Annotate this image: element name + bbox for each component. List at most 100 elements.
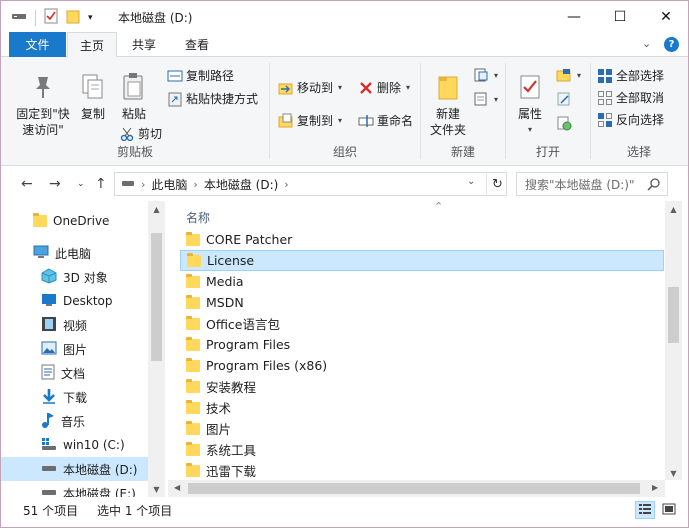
forward-arrow-icon[interactable]: → — [49, 176, 61, 192]
copy-to-icon — [278, 113, 294, 129]
nav-pane-scroll-thumb[interactable] — [151, 233, 162, 361]
address-bar[interactable]: › 此电脑 › 本地磁盘 (D:) › — [114, 172, 507, 196]
refresh-icon[interactable]: ↻ — [486, 172, 508, 196]
nav-item-label: 下载 — [63, 390, 88, 405]
nav-item-drive-e[interactable]: 本地磁盘 (E:) — [1, 481, 149, 497]
breadcrumb-this-pc[interactable]: 此电脑 — [151, 176, 187, 193]
scroll-up-icon[interactable]: ▲ — [665, 205, 682, 214]
file-row[interactable]: Media — [180, 271, 664, 292]
close-button[interactable]: ✕ — [643, 1, 688, 32]
item-count: 51 个项目 — [23, 504, 79, 518]
paste-button[interactable]: 粘贴 — [115, 71, 153, 122]
breadcrumb-drive-d[interactable]: 本地磁盘 (D:) — [204, 176, 278, 193]
nav-item-desktop[interactable]: Desktop — [1, 289, 149, 313]
scroll-down-icon[interactable]: ▼ — [665, 469, 682, 478]
edit-icon — [556, 91, 572, 107]
address-dropdown-icon[interactable]: ⌄ — [467, 176, 475, 187]
search-input[interactable]: 搜索"本地磁盘 (D:)" — [516, 172, 668, 196]
open-button[interactable]: ▾ — [556, 67, 581, 83]
horizontal-scrollbar[interactable]: ◀ ▶ — [168, 480, 665, 497]
pin-label-line1: 固定到"快 — [16, 107, 70, 121]
scroll-right-icon[interactable]: ▶ — [652, 483, 658, 492]
properties-button[interactable]: 属性 ▾ — [512, 71, 548, 138]
minimize-button[interactable]: — — [551, 1, 597, 32]
copy-to-button[interactable]: 复制到 ▾ — [278, 112, 342, 129]
file-row[interactable]: 技术 — [180, 397, 664, 418]
file-row[interactable]: Program Files (x86) — [180, 355, 664, 376]
folder-icon — [186, 462, 200, 477]
horizontal-scroll-thumb[interactable] — [188, 483, 640, 494]
windows-drive-icon — [41, 437, 57, 454]
file-row[interactable]: Office语言包 — [180, 313, 664, 334]
quick-access-toolbar: ▾ — [11, 8, 93, 27]
file-name: Media — [206, 274, 244, 289]
picture-icon — [41, 341, 57, 358]
easy-access-button[interactable]: ▾ — [473, 91, 498, 107]
select-none-button[interactable]: 全部取消 — [597, 89, 664, 106]
cut-button[interactable]: 剪切 — [119, 125, 162, 142]
edit-button[interactable] — [556, 91, 572, 107]
large-icons-view-button[interactable] — [659, 501, 679, 519]
scroll-left-icon[interactable]: ◀ — [174, 483, 180, 492]
select-all-button[interactable]: 全部选择 — [597, 67, 664, 84]
search-icon[interactable] — [647, 177, 661, 194]
tab-view[interactable]: 查看 — [171, 32, 223, 57]
file-row[interactable]: 迅雷下载 — [180, 460, 664, 481]
new-folder-button[interactable]: 新建 文件夹 — [427, 71, 469, 138]
nav-item-downloads[interactable]: 下载 — [1, 385, 149, 409]
move-to-button[interactable]: 移动到 ▾ — [278, 79, 342, 96]
tab-file[interactable]: 文件 — [9, 32, 66, 57]
file-row[interactable]: MSDN — [180, 292, 664, 313]
nav-item-3d-objects[interactable]: 3D 对象 — [1, 265, 149, 289]
open-dropdown-icon: ▾ — [577, 70, 582, 80]
new-folder-qat-icon[interactable] — [66, 8, 80, 27]
move-to-dropdown-icon: ▾ — [338, 83, 343, 92]
file-list-scroll-thumb[interactable] — [668, 287, 679, 343]
nav-item-drive-c[interactable]: win10 (C:) — [1, 433, 149, 457]
invert-selection-button[interactable]: 反向选择 — [597, 111, 664, 128]
file-row[interactable]: CORE Patcher — [180, 229, 664, 250]
tab-share[interactable]: 共享 — [119, 32, 169, 57]
properties-qat-icon[interactable] — [44, 8, 58, 27]
column-header-name[interactable]: 名称 — [186, 209, 210, 226]
nav-item-label: 图片 — [63, 342, 88, 357]
file-row[interactable]: 系统工具 — [180, 439, 664, 460]
nav-item-videos[interactable]: 视频 — [1, 313, 149, 337]
file-row[interactable]: License — [180, 250, 664, 271]
back-arrow-icon[interactable]: ← — [21, 176, 33, 192]
qat-dropdown-icon[interactable]: ▾ — [88, 13, 93, 23]
file-row[interactable]: Program Files — [180, 334, 664, 355]
delete-button[interactable]: 删除 ▾ — [358, 79, 410, 96]
help-icon[interactable]: ? — [664, 37, 679, 52]
scroll-down-icon[interactable]: ▼ — [148, 485, 165, 494]
nav-pane-scrollbar[interactable]: ▲ ▼ — [148, 201, 165, 497]
nav-item-label: 此电脑 — [55, 246, 92, 261]
nav-item-documents[interactable]: 文档 — [1, 361, 149, 385]
nav-item-pictures[interactable]: 图片 — [1, 337, 149, 361]
nav-item-this-pc[interactable]: 此电脑 — [1, 241, 149, 265]
history-button[interactable] — [556, 115, 572, 131]
copy-button[interactable]: 复制 — [75, 71, 111, 122]
recent-locations-icon[interactable]: ⌄ — [77, 179, 85, 189]
scroll-up-icon[interactable]: ▲ — [148, 205, 165, 214]
paste-shortcut-button[interactable]: 粘贴快捷方式 — [167, 90, 258, 107]
details-view-button[interactable] — [635, 501, 655, 519]
nav-item-drive-d[interactable]: 本地磁盘 (D:) — [1, 457, 149, 481]
maximize-button[interactable]: ☐ — [597, 1, 643, 32]
up-arrow-icon[interactable]: ↑ — [95, 176, 107, 192]
file-row[interactable]: 安装教程 — [180, 376, 664, 397]
nav-item-music[interactable]: 音乐 — [1, 409, 149, 433]
new-item-button[interactable]: ▾ — [473, 67, 498, 83]
file-list-scrollbar[interactable]: ▲ ▼ — [665, 201, 682, 480]
title-bar: ▾ 本地磁盘 (D:) — ☐ ✕ — [1, 1, 688, 32]
chevron-right-icon[interactable]: › — [141, 178, 145, 191]
rename-button[interactable]: 重命名 — [358, 112, 413, 129]
ribbon-collapse-icon[interactable]: ⌄ — [642, 37, 651, 50]
copy-path-button[interactable]: 复制路径 — [167, 67, 234, 84]
file-row[interactable]: 图片 — [180, 418, 664, 439]
chevron-right-icon[interactable]: › — [193, 178, 197, 191]
chevron-right-icon[interactable]: › — [284, 178, 288, 191]
pin-quick-access-button[interactable]: 固定到"快 速访问" — [13, 71, 73, 138]
nav-item-onedrive[interactable]: OneDrive — [1, 209, 149, 233]
tab-home[interactable]: 主页 — [67, 32, 117, 58]
